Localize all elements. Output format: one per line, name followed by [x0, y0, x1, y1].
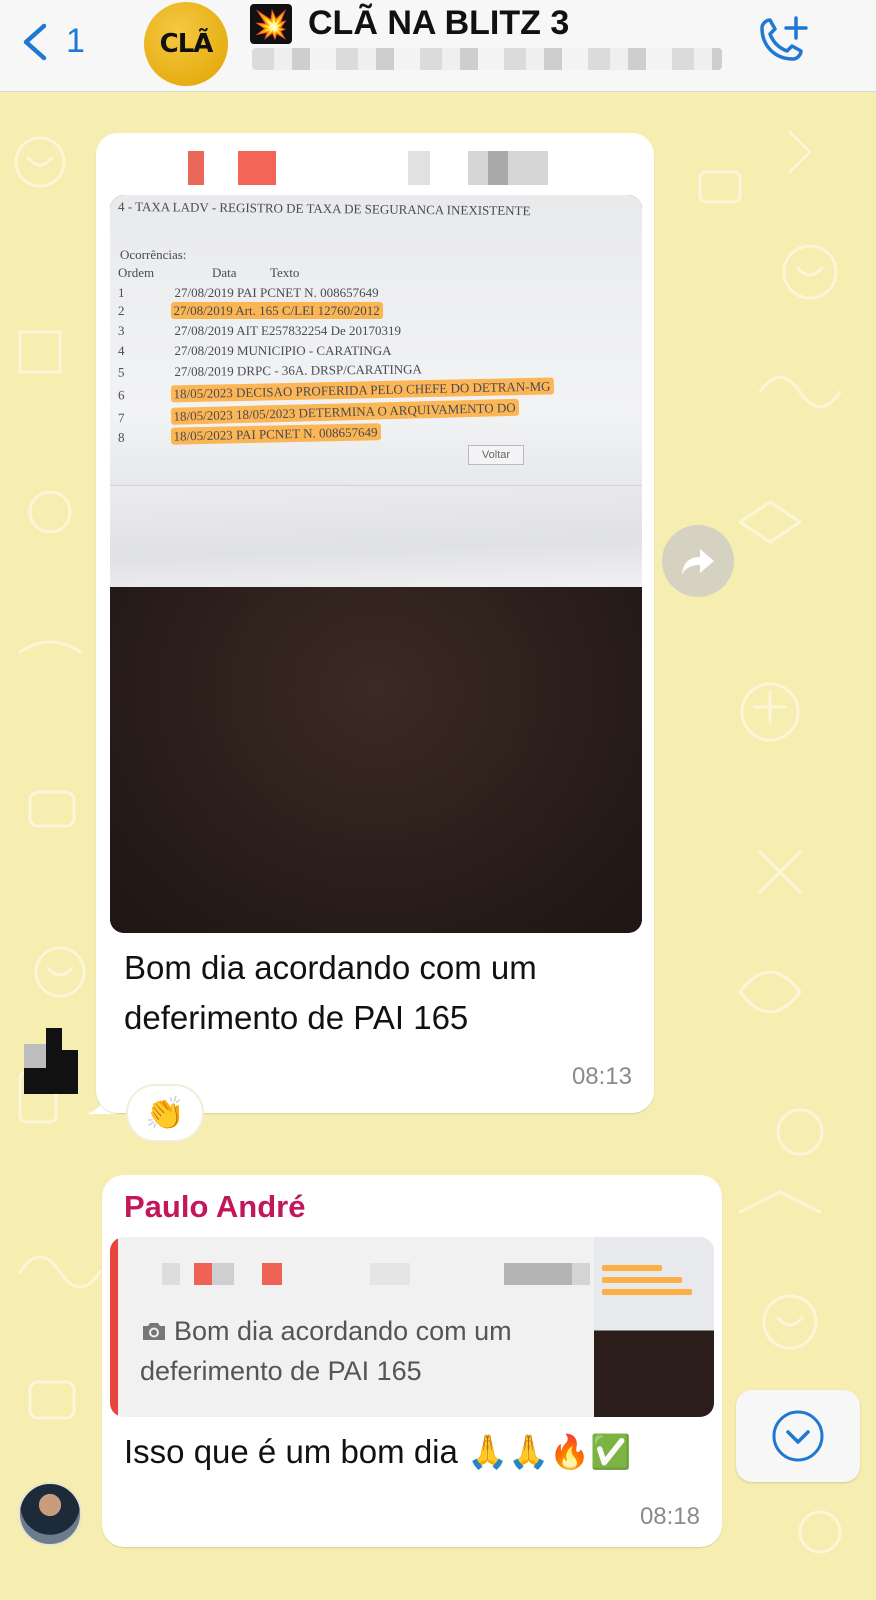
explosion-emoji-icon: 💥	[250, 4, 292, 44]
document-paper: 4 - TAXA LADV - REGISTRO DE TAXA DE SEGU…	[110, 195, 642, 587]
quoted-thumbnail	[594, 1237, 714, 1417]
forward-icon	[682, 549, 714, 575]
paper-fold	[110, 485, 642, 587]
message-time: 08:13	[571, 1063, 632, 1090]
desk-surface	[110, 587, 642, 933]
doc-row-4: 4 27/08/2019 MUNICIPIO - CARATINGA	[118, 343, 392, 358]
members-list-redacted[interactable]	[252, 48, 722, 70]
doc-back-button: Voltar	[468, 445, 524, 465]
doc-ocorrencias: Ocorrências:	[120, 247, 187, 262]
message-caption: Bom dia acordando com um deferimento de …	[124, 949, 537, 1036]
doc-row-5: 5 27/08/2019 DRPC - 36A. DRSP/CARATINGA	[117, 361, 422, 380]
quoted-text: Bom dia acordando com um deferimento de …	[140, 1316, 512, 1386]
image-message-bubble[interactable]: 4 - TAXA LADV - REGISTRO DE TAXA DE SEGU…	[96, 133, 654, 1113]
chevron-down-icon	[772, 1410, 824, 1462]
sender-name-redacted	[108, 151, 578, 185]
doc-row-1: 1 27/08/2019 PAI PCNET N. 008657649	[118, 285, 379, 300]
message-text: Isso que é um bom dia 🙏🙏🔥✅	[124, 1433, 632, 1470]
group-logo-text: CLÃ	[159, 29, 214, 59]
doc-col-ordem: Ordem	[118, 265, 155, 280]
doc-row-2: 2 27/08/2019 Art. 165 C/LEI 12760/2012	[118, 302, 383, 319]
quoted-message[interactable]: Bom dia acordando com um deferimento de …	[110, 1237, 714, 1417]
doc-heading: 4 - TAXA LADV - REGISTRO DE TAXA DE SEGU…	[117, 198, 531, 219]
back-chevron-icon[interactable]	[18, 22, 54, 62]
sender-avatar-redacted[interactable]	[24, 1028, 78, 1094]
doc-row-7: 7 18/05/2023 18/05/2023 DETERMINA O ARQUI…	[118, 398, 519, 426]
add-call-icon[interactable]	[752, 14, 812, 70]
unread-count[interactable]: 1	[66, 22, 85, 61]
sender-name[interactable]: Paulo André	[124, 1189, 305, 1225]
message-time: 08:18	[639, 1503, 700, 1530]
group-avatar[interactable]: CLÃ	[144, 2, 228, 86]
chat-header: 1 CLÃ 💥 CLÃ NA BLITZ 3	[0, 0, 876, 92]
doc-row-8: 8 18/05/2023 PAI PCNET N. 008657649	[118, 423, 381, 445]
reply-message-bubble[interactable]: Paulo André Bom dia acordando com um def…	[102, 1175, 722, 1547]
doc-col-data: Data	[212, 265, 237, 280]
reaction-badge[interactable]: 👏	[126, 1084, 204, 1142]
group-title[interactable]: CLÃ NA BLITZ 3	[308, 4, 569, 43]
quoted-sender-redacted	[150, 1263, 590, 1285]
camera-icon	[143, 1323, 165, 1340]
doc-col-texto: Texto	[270, 265, 300, 280]
quote-bar	[110, 1237, 118, 1417]
scroll-to-bottom-button[interactable]	[736, 1390, 860, 1482]
doc-row-3: 3 27/08/2019 AIT E257832254 De 20170319	[118, 323, 402, 338]
sender-avatar[interactable]	[18, 1482, 82, 1546]
forward-button[interactable]	[662, 525, 734, 597]
message-photo[interactable]: 4 - TAXA LADV - REGISTRO DE TAXA DE SEGU…	[110, 195, 642, 933]
